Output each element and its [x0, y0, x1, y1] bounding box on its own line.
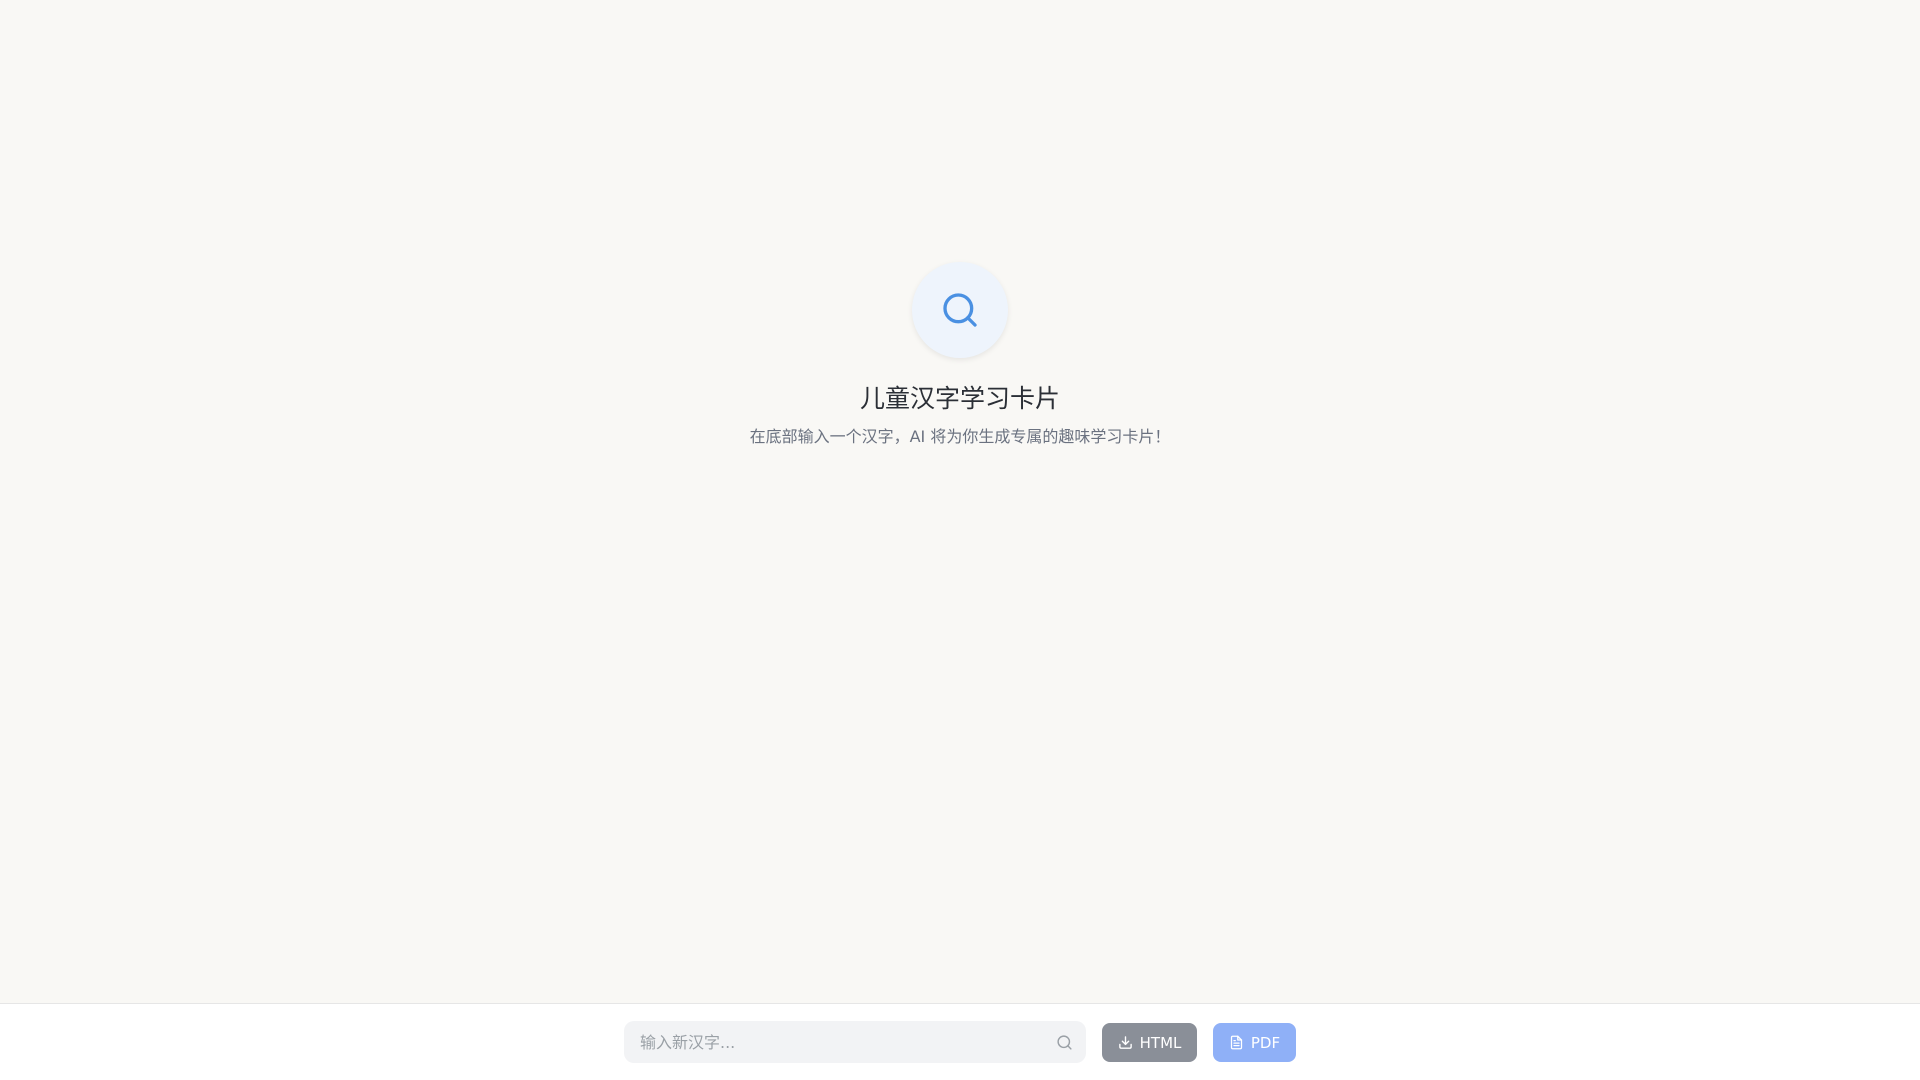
- character-input[interactable]: [624, 1021, 1024, 1063]
- export-html-button[interactable]: HTML: [1102, 1023, 1197, 1062]
- empty-state: 儿童汉字学习卡片 在底部输入一个汉字，AI 将为你生成专属的趣味学习卡片！: [0, 262, 1920, 448]
- search-icon: [943, 293, 977, 327]
- search-box: [624, 1021, 1086, 1063]
- export-pdf-label: PDF: [1250, 1033, 1281, 1052]
- export-html-label: HTML: [1139, 1033, 1182, 1052]
- export-pdf-button[interactable]: PDF: [1213, 1023, 1296, 1062]
- page-title: 儿童汉字学习卡片: [859, 384, 1060, 413]
- main-area: 儿童汉字学习卡片 在底部输入一个汉字，AI 将为你生成专属的趣味学习卡片！: [0, 0, 1920, 1003]
- download-icon: [1118, 1036, 1132, 1049]
- page-subtitle: 在底部输入一个汉字，AI 将为你生成专属的趣味学习卡片！: [749, 427, 1171, 446]
- file-text-icon: [1230, 1035, 1242, 1050]
- search-button[interactable]: [1054, 1032, 1074, 1052]
- bottom-toolbar: HTML PDF: [0, 1003, 1920, 1080]
- hero-icon-circle: [912, 262, 1008, 358]
- search-icon: [1056, 1034, 1072, 1050]
